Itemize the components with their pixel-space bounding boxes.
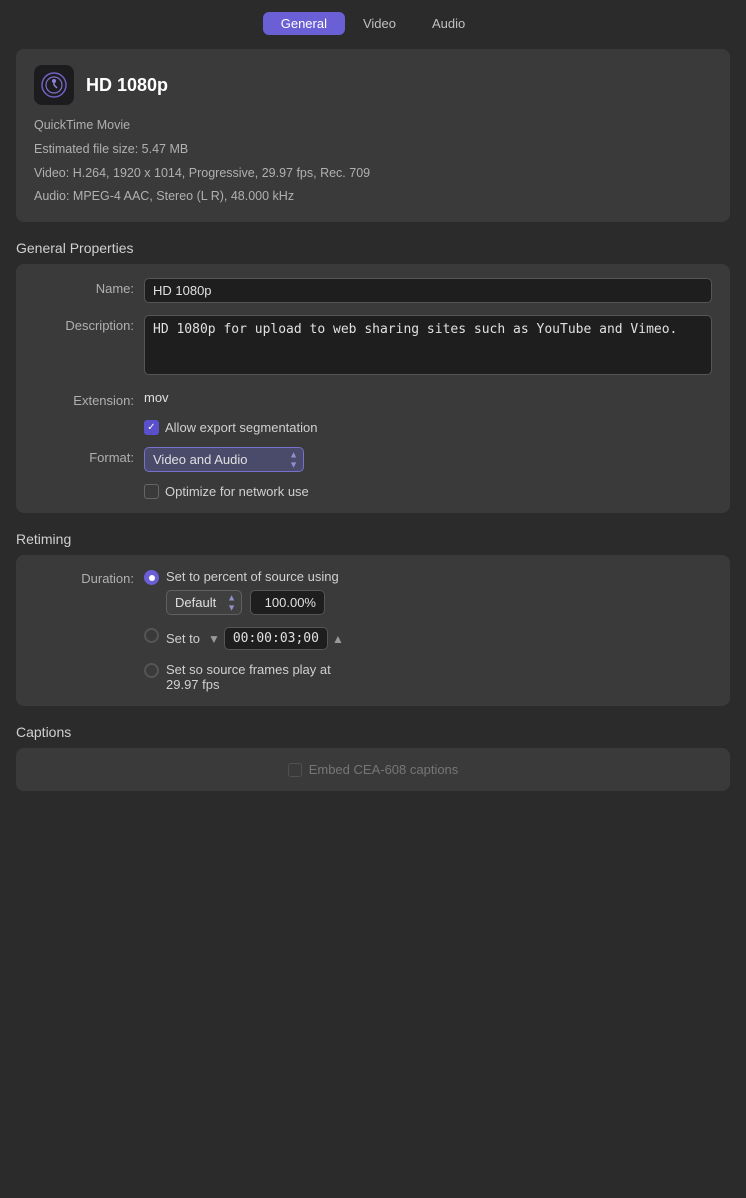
allow-export-label: Allow export segmentation [165, 420, 317, 435]
duration-label: Duration: [34, 569, 144, 586]
extension-label: Extension: [34, 390, 144, 408]
tab-video[interactable]: Video [345, 12, 414, 35]
radio-inner-1 [149, 575, 155, 581]
summary-filesize: Estimated file size: 5.47 MB [34, 140, 712, 159]
default-select-container: Default ▲ ▼ [166, 590, 242, 615]
name-row: Name: [34, 278, 712, 303]
duration-row: Duration: Set to percent of source using… [34, 569, 712, 692]
tab-audio[interactable]: Audio [414, 12, 483, 35]
general-properties-label: General Properties [16, 240, 730, 256]
radio-content-2: Set to ▼ 00:00:03;00 ▲ [166, 627, 712, 650]
radio-label-3-line2: 29.97 fps [166, 677, 712, 692]
name-label: Name: [34, 278, 144, 296]
percent-input[interactable] [250, 590, 325, 615]
captions-checkbox[interactable] [288, 763, 302, 777]
description-row: Description: HD 1080p for upload to web … [34, 315, 712, 378]
summary-video-info: Video: H.264, 1920 x 1014, Progressive, … [34, 164, 712, 183]
radio-button-2[interactable] [144, 628, 159, 643]
description-value: HD 1080p for upload to web sharing sites… [144, 315, 712, 378]
radio-button-3[interactable] [144, 663, 159, 678]
general-properties-card: Name: Description: HD 1080p for upload t… [16, 264, 730, 513]
format-label: Format: [34, 447, 144, 465]
format-row: Format: Video and Audio Video Only Audio… [34, 447, 712, 472]
summary-title: HD 1080p [86, 75, 168, 96]
summary-header: HD 1080p [34, 65, 712, 105]
allow-export-value: ✓ Allow export segmentation [144, 420, 712, 435]
allow-export-checkbox[interactable]: ✓ [144, 420, 159, 435]
optimize-checkbox-row: Optimize for network use [144, 484, 712, 499]
timecode-up-arrow[interactable]: ▲ [332, 632, 344, 646]
radio-label-2: Set to [166, 631, 200, 646]
summary-card: HD 1080p QuickTime Movie Estimated file … [16, 49, 730, 222]
format-dropdown[interactable]: Video and Audio Video Only Audio Only [144, 447, 304, 472]
optimize-value: Optimize for network use [144, 484, 712, 499]
description-input[interactable]: HD 1080p for upload to web sharing sites… [144, 315, 712, 375]
format-select-container: Video and Audio Video Only Audio Only ▲ … [144, 447, 304, 472]
name-input[interactable] [144, 278, 712, 303]
extension-text: mov [144, 387, 169, 405]
allow-export-spacer [34, 420, 144, 423]
allow-export-checkbox-row: ✓ Allow export segmentation [144, 420, 712, 435]
extension-value: mov [144, 390, 712, 405]
retiming-label: Retiming [16, 531, 730, 547]
radio-options: Set to percent of source using Default ▲… [144, 569, 712, 692]
description-label: Description: [34, 315, 144, 333]
summary-audio-info: Audio: MPEG-4 AAC, Stereo (L R), 48.000 … [34, 187, 712, 206]
optimize-label: Optimize for network use [165, 484, 309, 499]
name-value [144, 278, 712, 303]
allow-export-row: ✓ Allow export segmentation [34, 420, 712, 435]
captions-card: Embed CEA-608 captions [16, 748, 730, 791]
summary-format: QuickTime Movie [34, 116, 712, 135]
radio-label-3-line1: Set so source frames play at [166, 662, 712, 677]
percent-controls: Default ▲ ▼ [166, 590, 712, 615]
retiming-card: Duration: Set to percent of source using… [16, 555, 730, 706]
extension-row: Extension: mov [34, 390, 712, 408]
timecode-display[interactable]: 00:00:03;00 [224, 627, 328, 650]
default-dropdown[interactable]: Default [166, 590, 242, 615]
radio-content-1: Set to percent of source using Default ▲… [166, 569, 712, 615]
radio-option-3: Set so source frames play at 29.97 fps [144, 662, 712, 692]
quicktime-icon [34, 65, 74, 105]
timecode-wrapper: ▼ 00:00:03;00 ▲ [208, 627, 344, 650]
captions-checkbox-row: Embed CEA-608 captions [288, 762, 459, 777]
captions-section-label: Captions [16, 724, 730, 740]
timecode-controls: Set to ▼ 00:00:03;00 ▲ [166, 627, 712, 650]
radio-option-2: Set to ▼ 00:00:03;00 ▲ [144, 627, 712, 650]
tab-bar: General Video Audio [0, 0, 746, 49]
format-value: Video and Audio Video Only Audio Only ▲ … [144, 447, 712, 472]
radio-option-1: Set to percent of source using Default ▲… [144, 569, 712, 615]
optimize-spacer [34, 484, 144, 487]
captions-label: Embed CEA-608 captions [309, 762, 459, 777]
timecode-down-arrow[interactable]: ▼ [208, 632, 220, 646]
optimize-row: Optimize for network use [34, 484, 712, 499]
radio-content-3: Set so source frames play at 29.97 fps [166, 662, 712, 692]
radio-label-1: Set to percent of source using [166, 569, 712, 584]
radio-button-1[interactable] [144, 570, 159, 585]
tab-general[interactable]: General [263, 12, 345, 35]
optimize-checkbox[interactable] [144, 484, 159, 499]
checkmark-icon: ✓ [147, 423, 155, 433]
